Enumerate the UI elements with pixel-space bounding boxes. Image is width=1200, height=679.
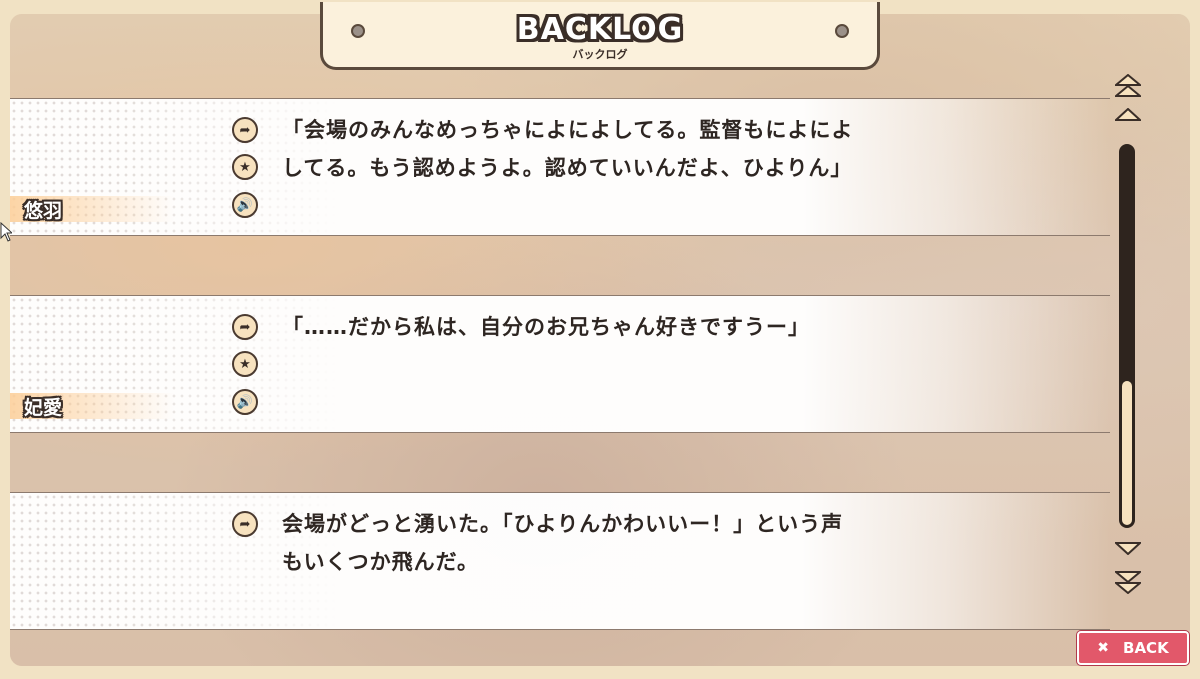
speaker-name: 悠羽 xyxy=(24,200,63,222)
dialogue-line: してる。もう認めようよ。認めていいんだよ、ひよりん」 xyxy=(282,156,853,180)
log-entry: 妃愛 ➦ ★ 🔊 「……だから私は、自分のお兄ちゃん好きですうー」 xyxy=(10,295,1110,433)
jump-icon[interactable]: ➦ xyxy=(232,314,258,340)
dialogue-text: 「会場のみんなめっちゃによによしてる。監督もによによ してる。もう認めようよ。認… xyxy=(282,111,942,187)
dialogue-line: 「会場のみんなめっちゃによによしてる。監督もによによ xyxy=(282,118,854,142)
log-entry: ➦ 会場がどっと湧いた。「ひよりんかわいいー！」という声 もいくつか飛んだ。 xyxy=(10,492,1110,630)
voice-replay-icon[interactable]: 🔊 xyxy=(232,192,258,218)
dialogue-line: もいくつか飛んだ。 xyxy=(282,550,479,574)
dialogue-text: 会場がどっと湧いた。「ひよりんかわいいー！」という声 もいくつか飛んだ。 xyxy=(282,505,942,581)
backlog-screen: BACKLOG バックログ 悠羽 ➦ ★ 🔊 「会場のみんなめっちゃによによして… xyxy=(0,0,1200,679)
dialogue-line: 会場がどっと湧いた。「ひよりんかわいいー！」という声 xyxy=(282,512,844,536)
speaker-name: 妃愛 xyxy=(24,397,63,419)
dialogue-line: 「……だから私は、自分のお兄ちゃん好きですうー」 xyxy=(282,315,810,339)
screen-subtitle: バックログ xyxy=(572,48,628,61)
scrollbar-thumb[interactable] xyxy=(1122,381,1132,525)
scroll-up-icon[interactable] xyxy=(1115,108,1141,122)
scrollbar-track[interactable] xyxy=(1119,144,1135,528)
jump-icon[interactable]: ➦ xyxy=(232,117,258,143)
close-x-icon: ✖ xyxy=(1097,640,1110,656)
back-button-label: BACK xyxy=(1123,639,1169,657)
mouse-cursor-icon xyxy=(0,222,12,242)
favorite-star-icon[interactable]: ★ xyxy=(232,154,258,180)
dialogue-text: 「……だから私は、自分のお兄ちゃん好きですうー」 xyxy=(282,308,942,346)
log-entry: 悠羽 ➦ ★ 🔊 「会場のみんなめっちゃによによしてる。監督もによによ してる。… xyxy=(10,98,1110,236)
scroll-down-icon[interactable] xyxy=(1115,541,1141,555)
favorite-star-icon[interactable]: ★ xyxy=(232,351,258,377)
back-button[interactable]: ✖ BACK xyxy=(1077,631,1189,665)
screen-title: BACKLOG xyxy=(516,12,684,47)
scroll-to-bottom-icon[interactable] xyxy=(1115,570,1141,594)
jump-icon[interactable]: ➦ xyxy=(232,511,258,537)
voice-replay-icon[interactable]: 🔊 xyxy=(232,389,258,415)
title-plaque: BACKLOG バックログ xyxy=(320,2,880,70)
scroll-to-top-icon[interactable] xyxy=(1115,74,1141,98)
